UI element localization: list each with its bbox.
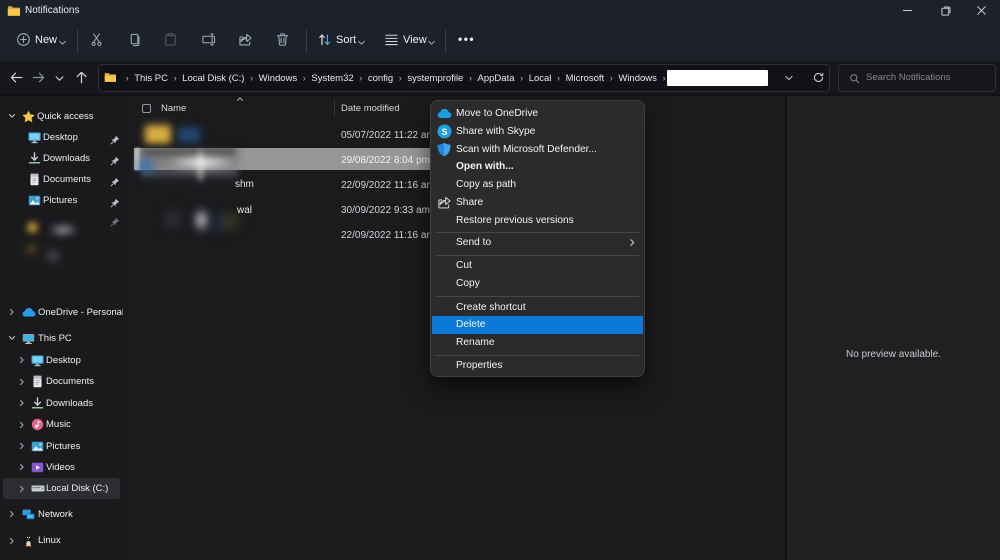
svg-text:S: S — [441, 127, 447, 137]
